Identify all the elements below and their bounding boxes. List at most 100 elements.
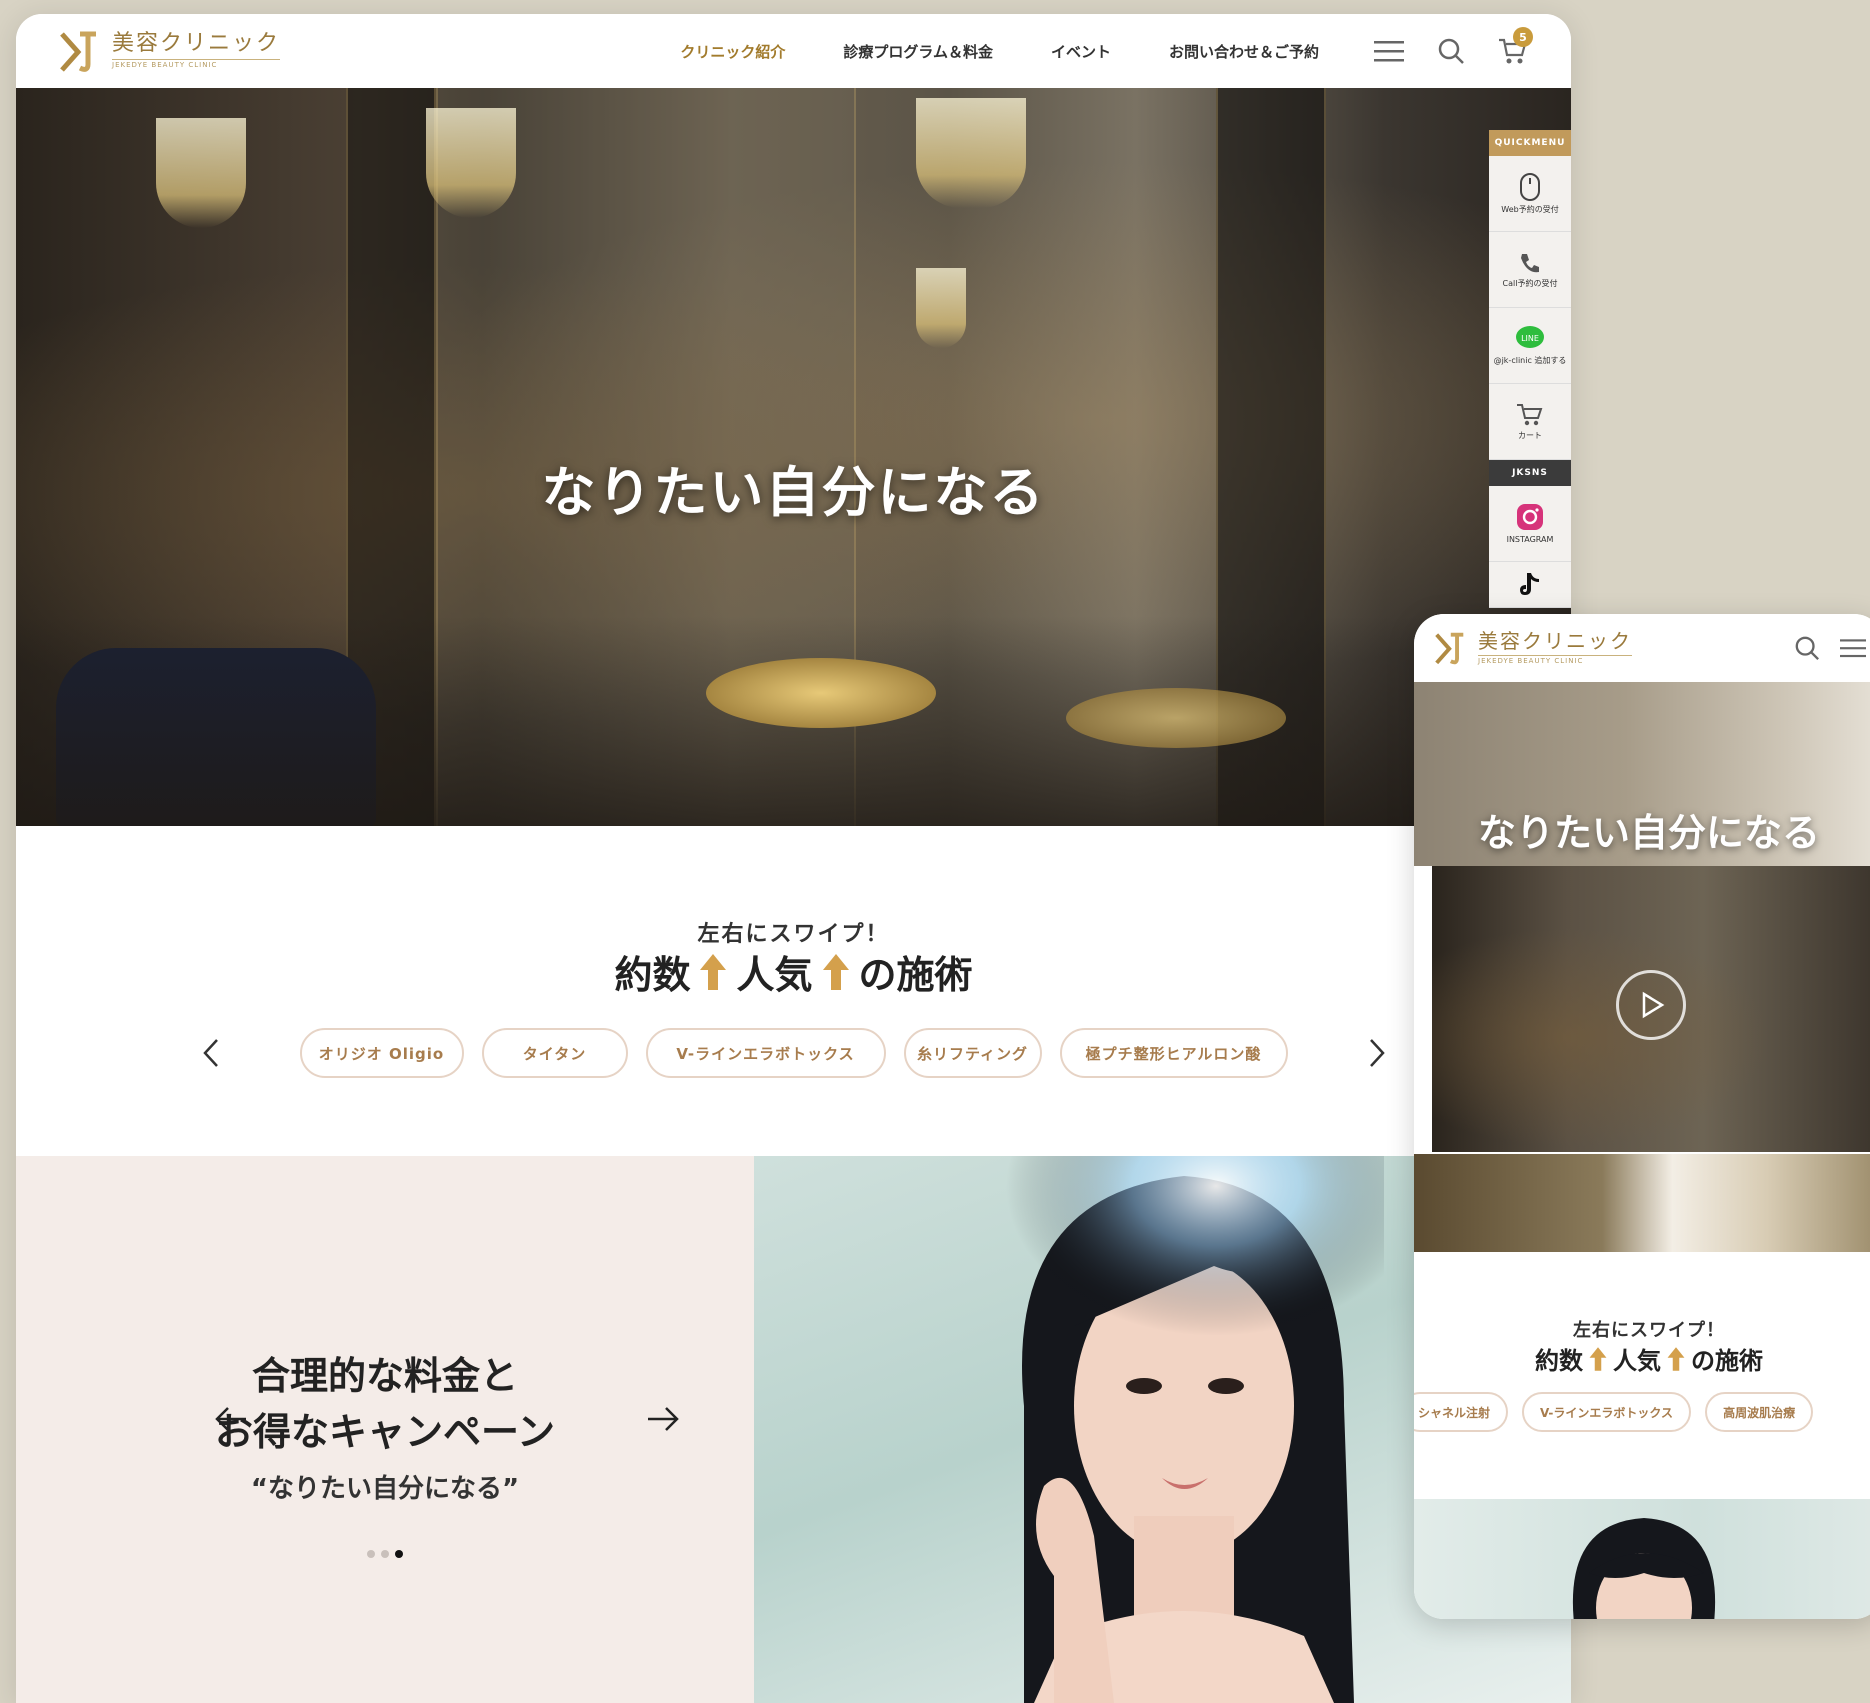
popular-title-part1: 約数: [614, 953, 691, 997]
treatment-chip[interactable]: オリジオ Oligio: [299, 1028, 464, 1078]
quick-menu: QUICKMENU Web予約の受付 Call予約の受付 LINE @jk-cl…: [1489, 130, 1571, 608]
brand-tagline: JEKEDYE BEAUTY CLINIC: [112, 59, 281, 70]
header-icons: 5: [1371, 27, 1533, 69]
quick-line-add[interactable]: LINE @jk-clinic 追加する: [1489, 308, 1571, 384]
arrow-up-icon: [700, 953, 727, 990]
sns-header: JKSNS: [1489, 460, 1571, 486]
quick-tiktok[interactable]: [1489, 562, 1571, 608]
site-header: 美容クリニック JEKEDYE BEAUTY CLINIC クリニック紹介 診療…: [16, 14, 1571, 88]
play-icon: [1642, 991, 1665, 1019]
chandelier-image: [916, 98, 1026, 208]
treatment-carousel: オリジオ Oligio タイタン V-ラインエラボトックス 糸リフティング 極プ…: [16, 1028, 1571, 1078]
nav-programs-pricing[interactable]: 診療プログラム＆料金: [843, 41, 993, 62]
treatment-chip[interactable]: V-ラインエラボトックス: [645, 1028, 886, 1078]
svg-text:LINE: LINE: [1521, 334, 1539, 343]
search-button[interactable]: [1433, 33, 1469, 69]
popular-title-part3: の施術: [858, 953, 973, 997]
carousel-prev-button[interactable]: [191, 1033, 231, 1073]
quick-call-reserve[interactable]: Call予約の受付: [1489, 232, 1571, 308]
mobile-logo[interactable]: 美容クリニック JEKEDYE BEAUTY CLINIC: [1432, 630, 1632, 666]
phone-icon: [1521, 254, 1539, 273]
mouse-icon: [1520, 173, 1540, 202]
popular-title-part3: の施術: [1691, 1347, 1763, 1375]
treatment-chip[interactable]: タイタン: [481, 1028, 628, 1078]
showcase-stage: 美容クリニック JEKEDYE BEAUTY CLINIC クリニック紹介 診療…: [0, 0, 1870, 1703]
treatment-chip[interactable]: 極プチ整形ヒアルロン酸: [1059, 1028, 1288, 1078]
search-icon[interactable]: [1794, 635, 1820, 661]
treatment-chip[interactable]: シャネル注射: [1414, 1392, 1509, 1432]
slide-dot[interactable]: [367, 1550, 375, 1558]
hamburger-icon: [1374, 41, 1404, 62]
mobile-treatment-carousel: シャネル注射 V-ラインエラボトックス 高周波肌治療: [1414, 1392, 1814, 1432]
popular-title: 約数 人気 の施術: [16, 944, 1571, 999]
mobile-video-thumbnail[interactable]: [1432, 866, 1870, 1152]
treatment-chip[interactable]: 高周波肌治療: [1705, 1392, 1814, 1432]
instagram-icon: [1517, 504, 1543, 531]
treatment-chip[interactable]: V-ラインエラボトックス: [1522, 1392, 1692, 1432]
quick-cart[interactable]: カート: [1489, 384, 1571, 460]
popular-title-part2: 人気: [736, 953, 813, 997]
quick-item-label: Call予約の受付: [1502, 279, 1558, 289]
quick-web-reserve[interactable]: Web予約の受付: [1489, 156, 1571, 232]
slide-indicator: [16, 1550, 754, 1558]
nav-clinic-intro[interactable]: クリニック紹介: [680, 41, 785, 62]
quick-menu-header: QUICKMENU: [1489, 130, 1571, 156]
desktop-mockup: 美容クリニック JEKEDYE BEAUTY CLINIC クリニック紹介 診療…: [16, 14, 1571, 1703]
nav-events[interactable]: イベント: [1051, 41, 1111, 62]
hero-banner: なりたい自分になる: [16, 88, 1571, 826]
menu-button[interactable]: [1371, 33, 1407, 69]
quick-instagram[interactable]: INSTAGRAM: [1489, 486, 1571, 562]
campaign-line1: 合理的な料金と: [251, 1354, 518, 1398]
campaign-title: 合理的な料金と お得なキャンペーン: [16, 1348, 754, 1460]
hamburger-icon[interactable]: [1840, 637, 1866, 659]
popular-title-part2: 人気: [1613, 1347, 1661, 1375]
campaign-next-button[interactable]: [646, 1402, 680, 1442]
quick-item-label: INSTAGRAM: [1506, 535, 1554, 545]
sconce-image: [1414, 682, 1464, 752]
model-portrait-image: [964, 1156, 1384, 1703]
arrow-right-icon: [648, 1407, 679, 1431]
popular-treatments: 左右にスワイプ！ 約数 人気 の施術 オリジオ Oligio タイタン V-ライ…: [16, 826, 1571, 1156]
chevron-right-icon: [1369, 1039, 1385, 1067]
campaign-banner: 合理的な料金と お得なキャンペーン “なりたい自分になる”: [16, 1156, 1571, 1703]
nav-contact-reserve[interactable]: お問い合わせ＆ご予約: [1169, 41, 1319, 62]
main-nav: クリニック紹介 診療プログラム＆料金 イベント お問い合わせ＆ご予約: [680, 41, 1319, 62]
logo-mark-icon: [60, 31, 96, 72]
mobile-mockup: 美容クリニック JEKEDYE BEAUTY CLINIC なりたい自分になる …: [1414, 614, 1870, 1619]
chandelier-image: [426, 108, 516, 218]
table-image: [1066, 688, 1286, 748]
brand-name: 美容クリニック: [112, 31, 281, 57]
arrow-up-icon: [1589, 1346, 1607, 1371]
hero-headline: なりたい自分になる: [541, 461, 1046, 524]
cart-count-badge: 5: [1513, 27, 1533, 47]
slide-dot[interactable]: [381, 1550, 389, 1558]
chevron-left-icon: [202, 1039, 218, 1067]
mobile-hero-headline: なりたい自分になる: [1477, 811, 1820, 855]
chandelier-image: [156, 118, 246, 228]
logo-mark-icon: [1435, 632, 1464, 665]
campaign-prev-button[interactable]: [214, 1402, 248, 1442]
quick-item-label: @jk-clinic 追加する: [1493, 356, 1567, 366]
line-icon: LINE: [1516, 326, 1544, 349]
chandelier-image: [1432, 866, 1502, 936]
video-play-button[interactable]: [1616, 970, 1686, 1040]
mobile-popular-title: 約数 人気 の施術: [1414, 1341, 1870, 1376]
treatment-chip[interactable]: 糸リフティング: [903, 1028, 1042, 1078]
sconce-image: [916, 268, 966, 348]
carousel-next-button[interactable]: [1357, 1033, 1397, 1073]
arrow-left-icon: [215, 1407, 246, 1431]
table-image: [706, 658, 936, 728]
quick-item-label: Web予約の受付: [1501, 205, 1559, 215]
slide-dot-active[interactable]: [395, 1550, 403, 1558]
site-logo[interactable]: 美容クリニック JEKEDYE BEAUTY CLINIC: [56, 28, 281, 74]
mobile-brand-name: 美容クリニック: [1478, 629, 1632, 654]
search-icon: [1438, 38, 1464, 64]
mobile-brand-tagline: JEKEDYE BEAUTY CLINIC: [1478, 655, 1632, 666]
model-portrait-image: [1572, 1518, 1716, 1619]
quick-item-label: カート: [1518, 431, 1542, 441]
popular-title-part1: 約数: [1535, 1347, 1583, 1375]
cart-button[interactable]: 5: [1495, 27, 1533, 69]
arrow-up-icon: [822, 953, 849, 990]
campaign-text-panel: 合理的な料金と お得なキャンペーン “なりたい自分になる”: [16, 1156, 754, 1703]
mobile-popular-subtitle: 左右にスワイプ！: [1573, 1320, 1725, 1341]
